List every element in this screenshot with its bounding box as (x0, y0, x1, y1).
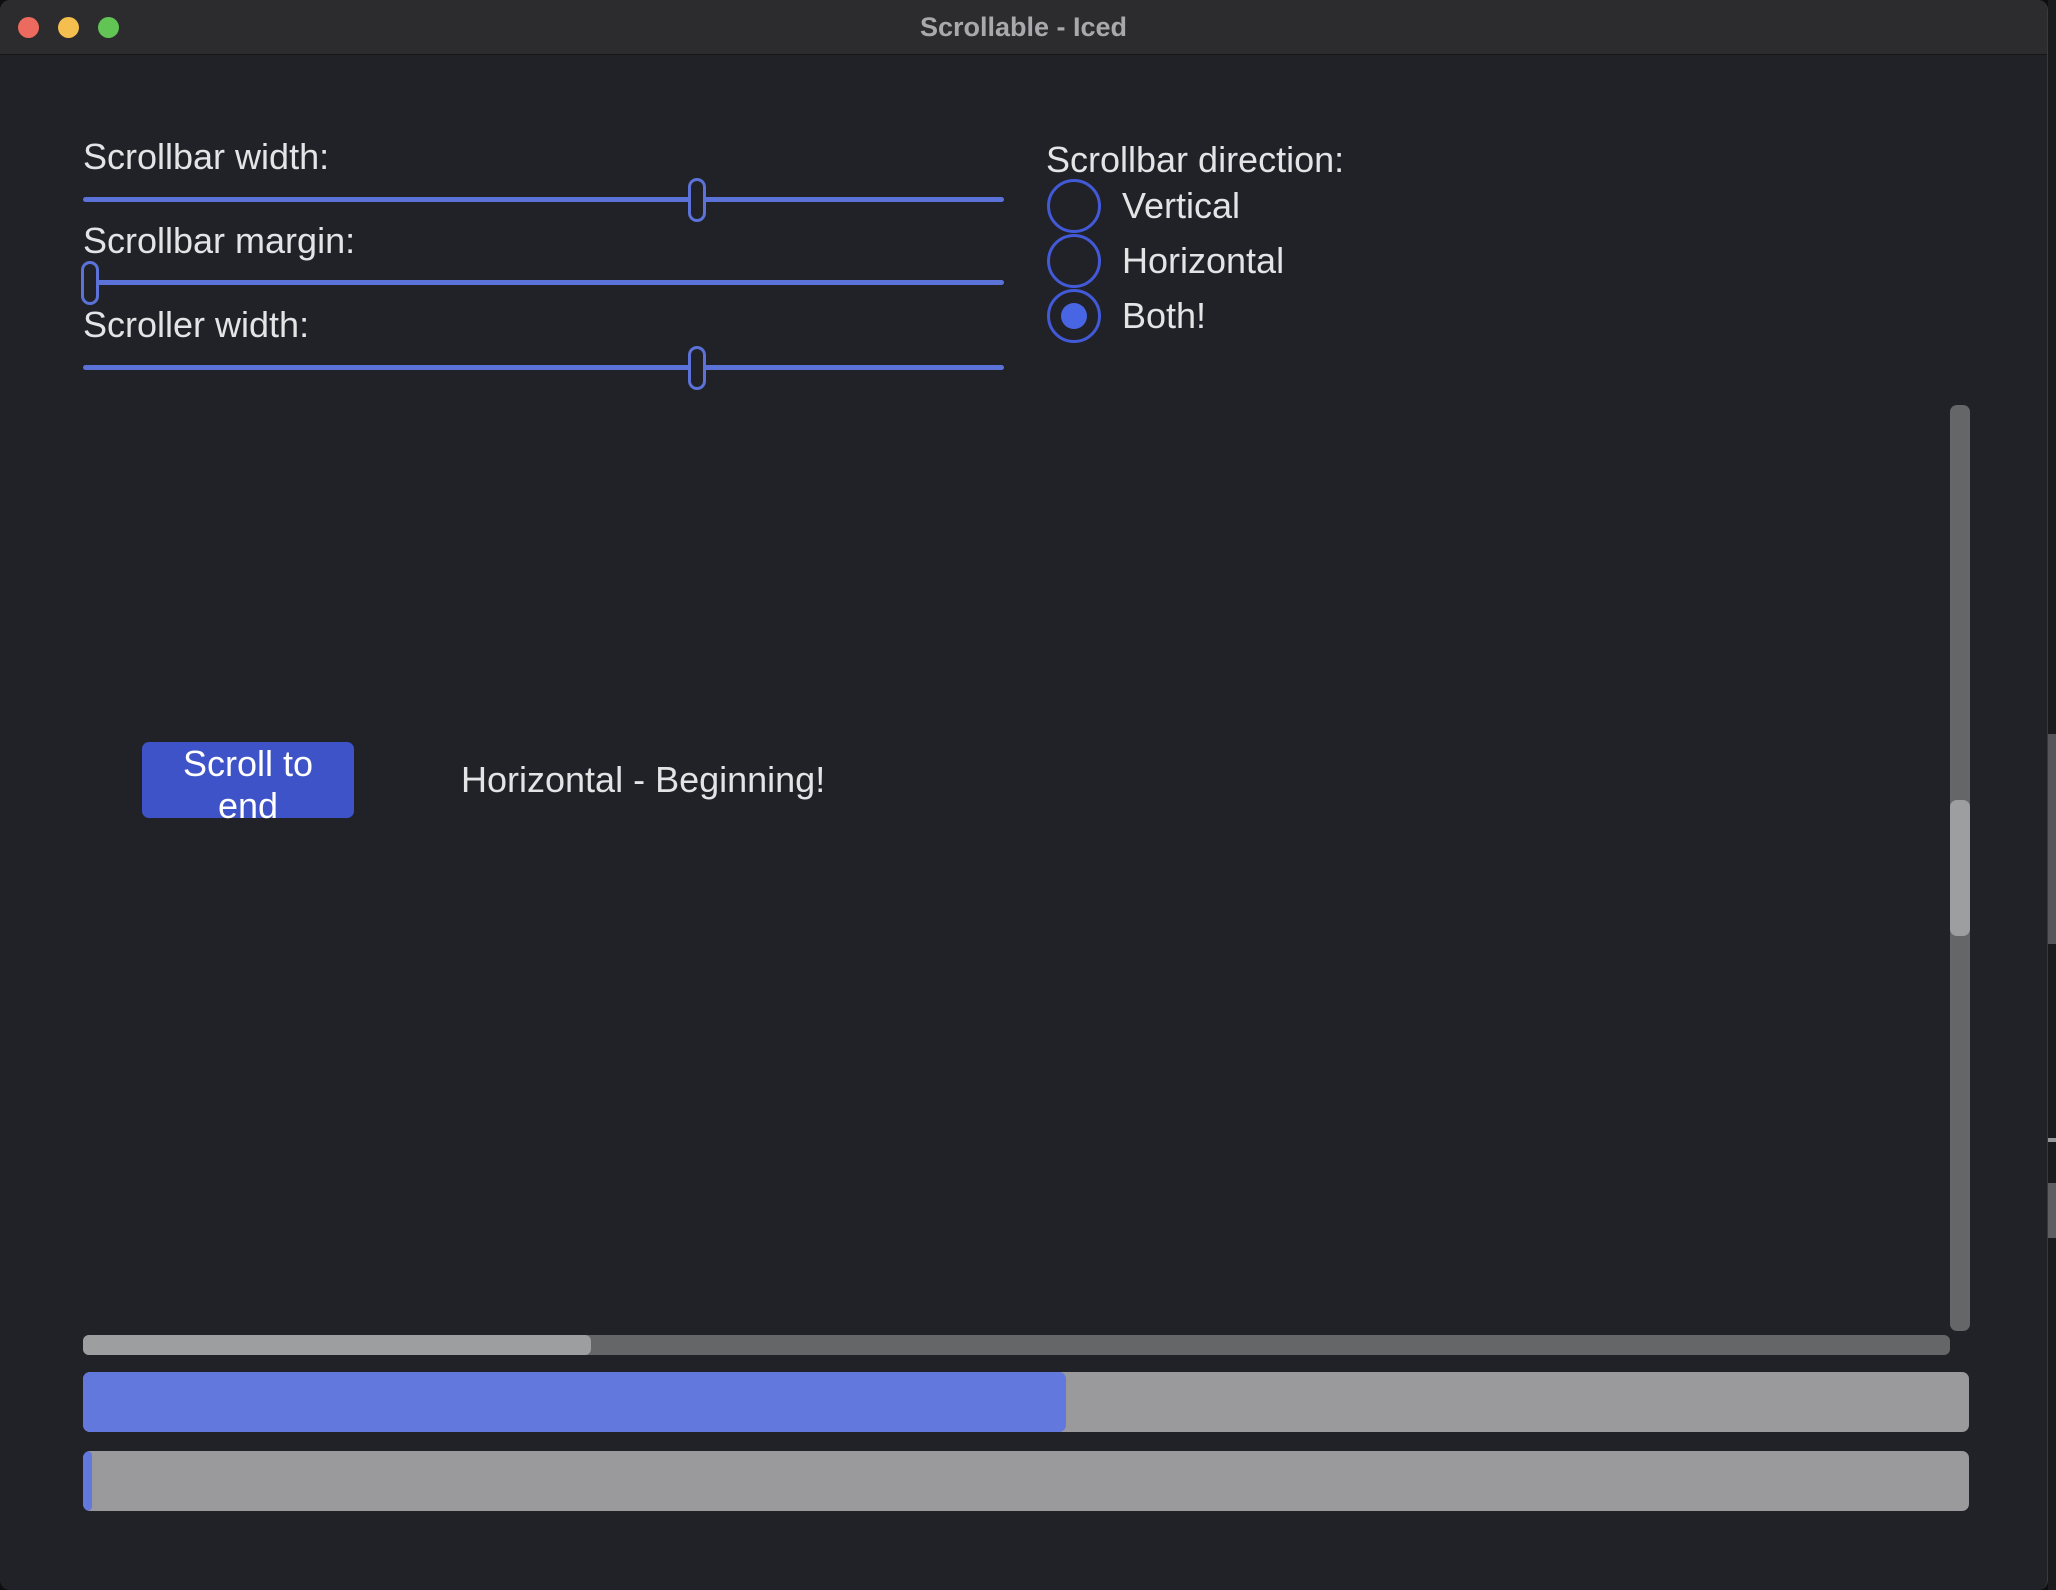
app-window: Scrollable - Iced Scrollbar width: Scrol… (0, 0, 2048, 1590)
vertical-scrollbar-track[interactable] (1950, 405, 1970, 1331)
radio-both-label[interactable]: Both! (1122, 295, 1206, 337)
radio-vertical-label[interactable]: Vertical (1122, 185, 1240, 227)
radio-horizontal[interactable]: Horizontal (1047, 234, 1284, 288)
radio-horizontal-circle[interactable] (1047, 234, 1101, 288)
radio-both-circle[interactable] (1047, 289, 1101, 343)
scroll-status-text: Horizontal - Beginning! (461, 742, 825, 818)
scrollbar-margin-slider-handle[interactable] (81, 261, 99, 305)
vertical-scrollbar-thumb[interactable] (1950, 800, 1970, 935)
horizontal-scrollbar-track[interactable] (83, 1335, 1950, 1355)
vertical-scroll-progress-bar (83, 1451, 1969, 1511)
scroll-to-end-button[interactable]: Scroll to end (142, 742, 354, 818)
horizontal-scroll-progress-fill (83, 1372, 1066, 1432)
scrollbar-margin-label: Scrollbar margin: (83, 220, 355, 262)
background-window-divider-line (2048, 1138, 2056, 1142)
radio-vertical-circle[interactable] (1047, 179, 1101, 233)
scrollbar-direction-label: Scrollbar direction: (1046, 139, 1344, 181)
background-window-scrollbar-thumb (2048, 1183, 2056, 1238)
scrollbar-width-label: Scrollbar width: (83, 136, 329, 178)
scroller-width-slider-handle[interactable] (688, 346, 706, 390)
radio-selected-dot (1061, 303, 1087, 329)
scrollbar-margin-slider[interactable] (83, 280, 1004, 285)
titlebar: Scrollable - Iced (0, 0, 2047, 55)
horizontal-scrollbar-thumb[interactable] (83, 1335, 591, 1355)
vertical-scroll-progress-fill (83, 1451, 92, 1511)
radio-horizontal-label[interactable]: Horizontal (1122, 240, 1284, 282)
radio-both[interactable]: Both! (1047, 289, 1206, 343)
horizontal-scroll-progress-bar (83, 1372, 1969, 1432)
window-title: Scrollable - Iced (0, 0, 2047, 54)
scrollbar-width-slider[interactable] (83, 197, 1004, 202)
radio-vertical[interactable]: Vertical (1047, 179, 1240, 233)
scrollbar-width-slider-handle[interactable] (688, 178, 706, 222)
background-window-edge (2048, 0, 2056, 1590)
scroller-width-label: Scroller width: (83, 304, 309, 346)
scroller-width-slider[interactable] (83, 365, 1004, 370)
background-window-scrollbar-segment (2048, 734, 2056, 944)
